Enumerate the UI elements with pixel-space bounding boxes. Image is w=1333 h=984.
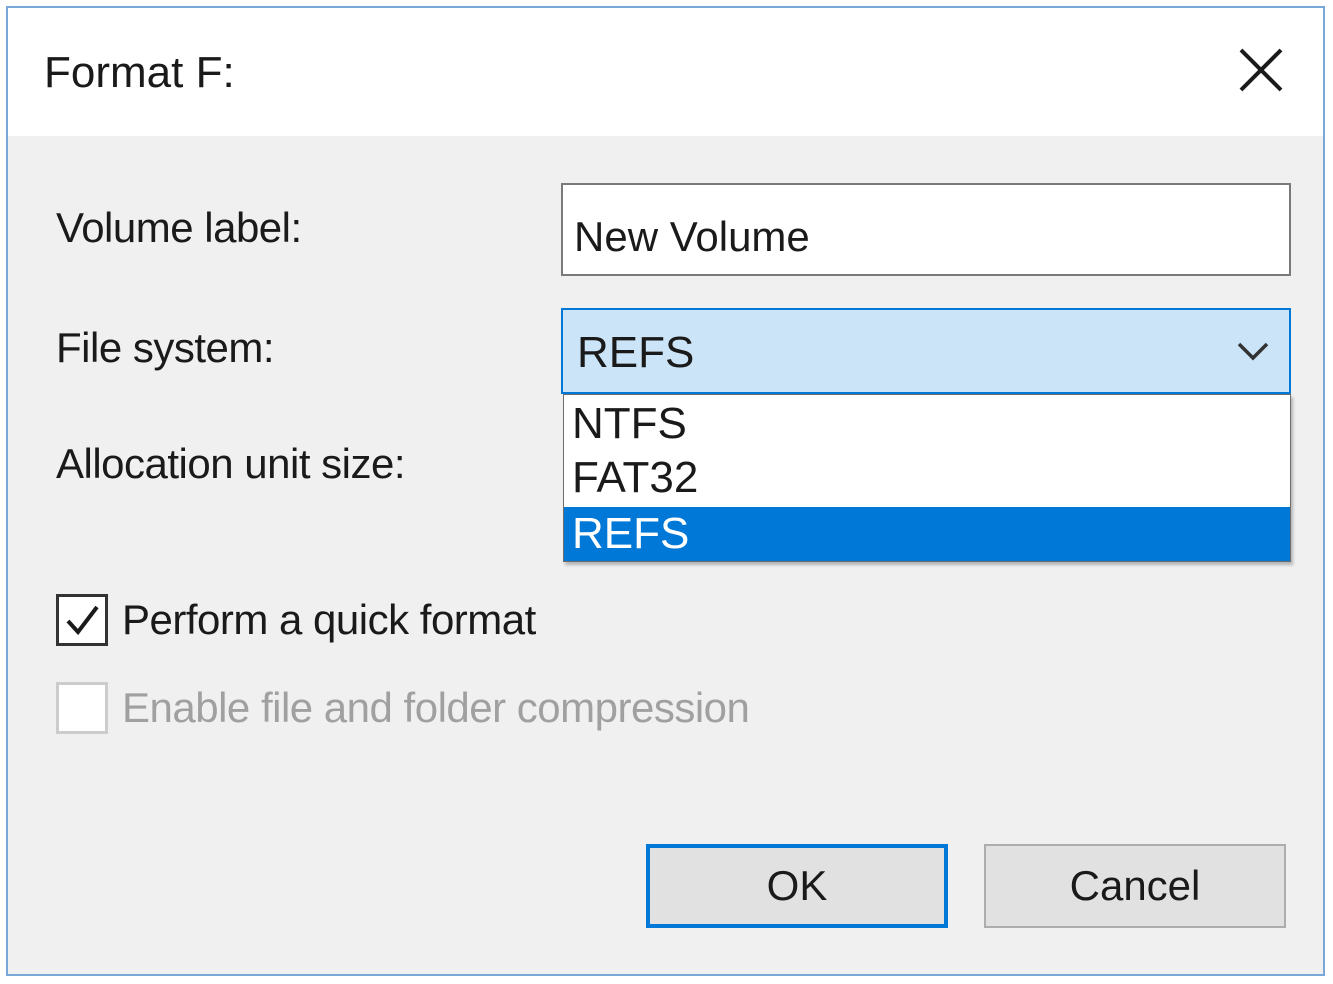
- compression-label: Enable file and folder compression: [122, 684, 750, 731]
- quick-format-label: Perform a quick format: [122, 596, 536, 643]
- volume-label-label: Volume label:: [56, 204, 302, 251]
- close-icon: [1239, 48, 1283, 92]
- dialog-title: Format F:: [44, 48, 235, 97]
- file-system-label: File system:: [56, 324, 275, 371]
- cancel-button[interactable]: Cancel: [984, 844, 1286, 928]
- file-system-dropdown-list: NTFS FAT32 REFS: [563, 394, 1291, 562]
- ok-button[interactable]: OK: [646, 844, 948, 928]
- volume-label-input[interactable]: [561, 183, 1291, 276]
- quick-format-checkbox[interactable]: [56, 594, 108, 646]
- file-system-selected-value: REFS: [577, 328, 695, 377]
- option-fat32[interactable]: FAT32: [564, 451, 1290, 505]
- option-ntfs[interactable]: NTFS: [564, 397, 1290, 451]
- option-refs[interactable]: REFS: [564, 507, 1290, 561]
- close-button[interactable]: [1221, 30, 1301, 110]
- format-dialog: Format F: Volume label: File system: REF…: [6, 6, 1325, 976]
- title-bar: Format F:: [8, 8, 1323, 136]
- chevron-down-icon: [1237, 342, 1269, 361]
- compression-row: Enable file and folder compression: [56, 682, 750, 734]
- checkmark-icon: [66, 605, 99, 636]
- quick-format-row[interactable]: Perform a quick format: [56, 594, 536, 646]
- compression-checkbox: [56, 682, 108, 734]
- allocation-unit-size-label: Allocation unit size:: [56, 440, 406, 487]
- file-system-select[interactable]: REFS: [561, 308, 1291, 394]
